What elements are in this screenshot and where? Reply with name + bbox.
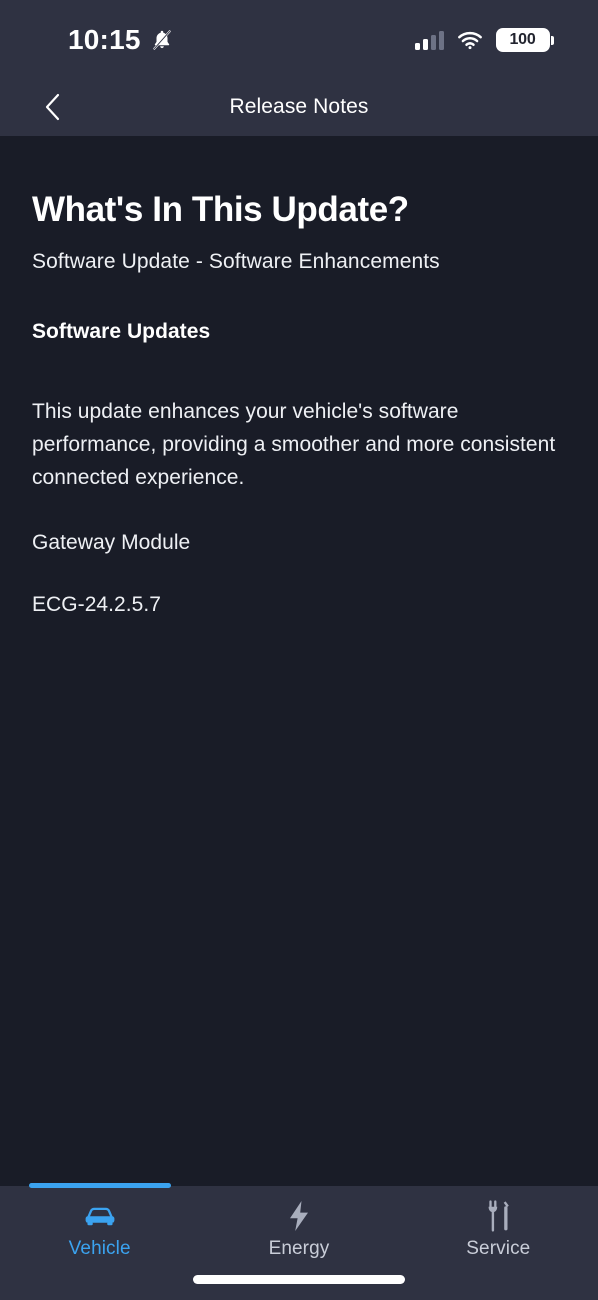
cellular-signal-icon <box>414 30 444 50</box>
tab-label-energy: Energy <box>268 1238 330 1259</box>
phone-screen: 10:15 100 Release Notes What's In This U… <box>0 0 598 1300</box>
battery-level-label: 100 <box>509 31 536 48</box>
status-bar-right: 100 <box>414 28 554 52</box>
car-icon <box>83 1200 117 1232</box>
update-description: This update enhances your vehicle's soft… <box>32 399 556 489</box>
status-bar-left: 10:15 <box>68 26 174 54</box>
module-name: Gateway Module <box>32 530 191 554</box>
wifi-icon <box>457 31 482 50</box>
bottom-tab-bar: Vehicle Energy Service <box>0 1183 598 1300</box>
wrench-screwdriver-icon <box>483 1200 513 1232</box>
bell-mute-icon <box>152 30 171 50</box>
tab-label-vehicle: Vehicle <box>68 1238 131 1259</box>
header-zone: 10:15 100 Release Notes <box>0 0 598 136</box>
status-time: 10:15 <box>68 24 141 55</box>
home-indicator[interactable] <box>193 1275 405 1284</box>
lightning-bolt-icon <box>287 1200 311 1232</box>
tab-service[interactable]: Service <box>399 1186 598 1276</box>
update-heading: What's In This Update? <box>32 190 409 229</box>
tab-vehicle[interactable]: Vehicle <box>0 1183 199 1276</box>
update-subtitle: Software Update - Software Enhancements <box>32 250 440 274</box>
page-title: Release Notes <box>229 95 369 118</box>
nav-bar: Release Notes <box>0 78 598 136</box>
section-heading-software-updates: Software Updates <box>32 319 211 343</box>
tab-label-service: Service <box>466 1238 531 1259</box>
tab-energy[interactable]: Energy <box>199 1186 398 1276</box>
release-notes-content: What's In This Update? Software Update -… <box>0 136 598 1186</box>
status-bar: 10:15 100 <box>0 0 598 78</box>
module-version: ECG-24.2.5.7 <box>32 593 161 617</box>
battery-full-icon: 100 <box>495 28 554 52</box>
active-tab-indicator <box>28 1183 171 1188</box>
